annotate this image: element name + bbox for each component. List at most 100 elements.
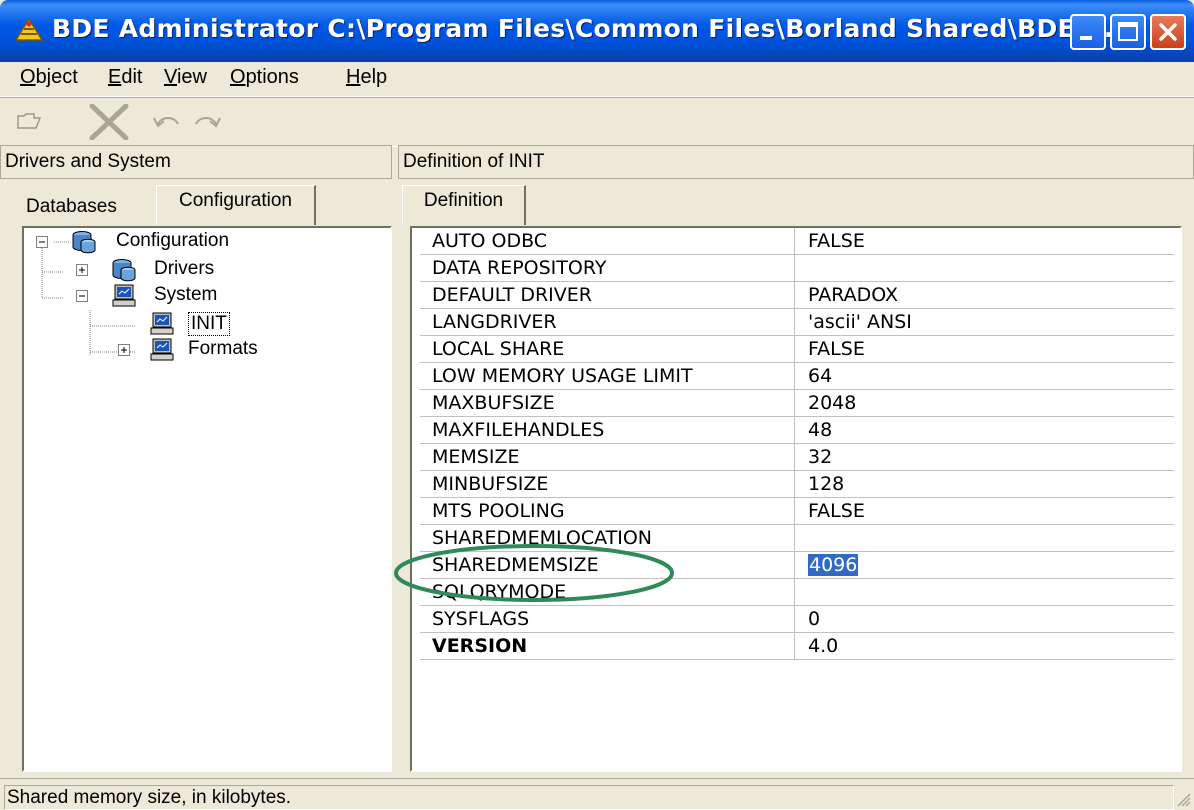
bde-administrator-window: BDE Administrator C:\Program Files\Commo… <box>0 0 1194 810</box>
param-value-editing[interactable]: 4096 <box>808 554 859 576</box>
menu-object[interactable]: Object <box>20 66 78 89</box>
expand-icon[interactable] <box>76 264 89 277</box>
menu-edit[interactable]: Edit <box>108 66 142 89</box>
param-value[interactable]: FALSE <box>808 230 865 252</box>
grid-divider <box>794 444 795 470</box>
maximize-icon <box>1118 22 1138 41</box>
param-name: MTS POOLING <box>432 500 565 522</box>
param-value[interactable]: 2048 <box>808 392 856 414</box>
param-name: DATA REPOSITORY <box>432 257 607 279</box>
param-value[interactable]: 'ascii' ANSI <box>808 311 912 333</box>
minimize-button[interactable] <box>1070 14 1106 50</box>
tab-configuration[interactable]: Configuration <box>156 185 316 225</box>
grid-row[interactable]: VERSION 4.0 <box>420 633 1174 660</box>
grid-row[interactable]: MAXFILEHANDLES 48 <box>420 417 1174 444</box>
menu-view[interactable]: View <box>164 66 207 89</box>
maximize-button[interactable] <box>1110 14 1146 50</box>
definition-grid[interactable]: AUTO ODBC FALSE DATA REPOSITORY DEFAULT D… <box>410 226 1182 772</box>
param-name: MAXBUFSIZE <box>432 392 555 414</box>
tree-item-configuration[interactable]: Configuration <box>24 230 390 254</box>
param-value[interactable]: 32 <box>808 446 832 468</box>
param-value[interactable]: 48 <box>808 419 832 441</box>
grid-divider <box>794 282 795 308</box>
tree-item-label: Formats <box>188 338 258 359</box>
grid-divider <box>794 255 795 281</box>
grid-divider <box>794 309 795 335</box>
param-value[interactable]: 64 <box>808 365 832 387</box>
tree-item-drivers[interactable]: Drivers <box>24 258 390 282</box>
tab-definition[interactable]: Definition <box>402 185 526 225</box>
redo-icon[interactable] <box>190 104 224 138</box>
close-button[interactable] <box>1150 14 1186 50</box>
grid-row[interactable]: LOCAL SHARE FALSE <box>420 336 1174 363</box>
param-value[interactable]: 4.0 <box>808 635 838 657</box>
grid-row[interactable]: DEFAULT DRIVER PARADOX <box>420 282 1174 309</box>
param-value[interactable]: 0 <box>808 608 820 630</box>
toolbar <box>0 97 1194 147</box>
tree-item-system[interactable]: System <box>24 284 390 308</box>
grid-divider <box>794 390 795 416</box>
grid-divider <box>794 228 795 254</box>
delete-icon[interactable] <box>86 104 132 140</box>
param-name: LANGDRIVER <box>432 311 557 333</box>
collapse-icon[interactable] <box>36 236 49 249</box>
window-title: BDE Administrator C:\Program Files\Commo… <box>52 14 1114 43</box>
param-name: MEMSIZE <box>432 446 520 468</box>
bde-app-icon <box>14 17 44 41</box>
computer-icon <box>150 338 174 361</box>
param-value[interactable]: FALSE <box>808 338 865 360</box>
menu-help[interactable]: Help <box>346 66 387 89</box>
param-name: VERSION <box>432 635 528 657</box>
title-bar[interactable]: BDE Administrator C:\Program Files\Commo… <box>0 0 1194 62</box>
grid-divider <box>794 606 795 632</box>
param-value[interactable]: PARADOX <box>808 284 898 306</box>
undo-icon[interactable] <box>150 104 184 138</box>
grid-row[interactable]: MINBUFSIZE 128 <box>420 471 1174 498</box>
grid-divider <box>794 498 795 524</box>
configuration-tree[interactable]: Configuration Drivers System INIT Format… <box>22 226 392 772</box>
computer-icon <box>150 312 174 335</box>
left-panel-header: Drivers and System <box>0 145 392 179</box>
param-name: DEFAULT DRIVER <box>432 284 592 306</box>
minimize-icon <box>1080 36 1092 40</box>
grid-row[interactable]: MTS POOLING FALSE <box>420 498 1174 525</box>
grid-divider <box>794 471 795 497</box>
close-icon <box>1159 23 1177 41</box>
annotation-oval <box>394 544 674 602</box>
grid-row[interactable]: SYSFLAGS 0 <box>420 606 1174 633</box>
grid-row[interactable]: DATA REPOSITORY <box>420 255 1174 282</box>
menu-bar: Object Edit View Options Help <box>0 62 1194 97</box>
grid-row[interactable]: MEMSIZE 32 <box>420 444 1174 471</box>
tree-item-formats[interactable]: Formats <box>24 338 390 362</box>
param-name: SYSFLAGS <box>432 608 530 630</box>
grid-row[interactable]: LANGDRIVER 'ascii' ANSI <box>420 309 1174 336</box>
tree-item-label: INIT <box>188 312 230 336</box>
tab-databases[interactable]: Databases <box>26 193 117 221</box>
param-value[interactable]: FALSE <box>808 500 865 522</box>
database-icon <box>112 259 136 282</box>
grid-divider <box>794 336 795 362</box>
grid-divider <box>794 363 795 389</box>
grid-divider <box>794 417 795 443</box>
grid-row[interactable]: LOW MEMORY USAGE LIMIT 64 <box>420 363 1174 390</box>
open-folder-icon[interactable] <box>16 104 44 138</box>
grid-row[interactable]: AUTO ODBC FALSE <box>420 228 1174 255</box>
resize-grip-icon[interactable] <box>1176 792 1192 808</box>
tree-item-init[interactable]: INIT <box>24 312 390 336</box>
grid-divider <box>794 579 795 605</box>
tree-item-label: Configuration <box>116 230 230 251</box>
collapse-icon[interactable] <box>76 290 89 303</box>
param-name: LOCAL SHARE <box>432 338 565 360</box>
param-value[interactable]: 128 <box>808 473 844 495</box>
grid-row[interactable]: MAXBUFSIZE 2048 <box>420 390 1174 417</box>
param-name: LOW MEMORY USAGE LIMIT <box>432 365 693 387</box>
param-name: MAXFILEHANDLES <box>432 419 605 441</box>
tree-item-label: Drivers <box>154 258 215 279</box>
expand-icon[interactable] <box>118 344 131 357</box>
grid-divider <box>794 525 795 551</box>
menu-options[interactable]: Options <box>230 66 299 89</box>
computer-icon <box>112 284 136 307</box>
status-bar: Shared memory size, in kilobytes. <box>0 778 1194 810</box>
right-panel-header: Definition of INIT <box>398 145 1194 179</box>
param-name: MINBUFSIZE <box>432 473 549 495</box>
